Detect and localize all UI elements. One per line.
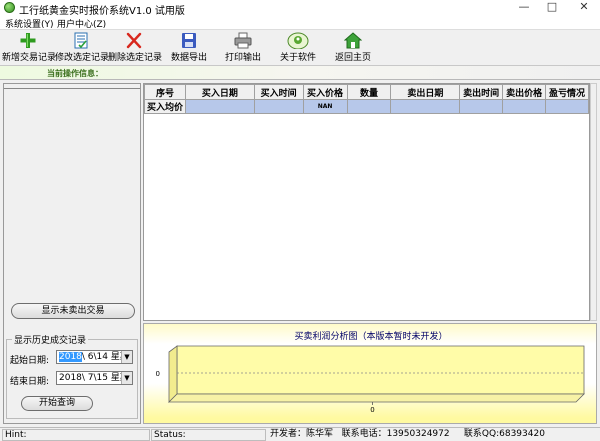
col-header-buy-date[interactable]: 买入日期 [184,84,255,100]
developer-info: 开发者：陈华军 联系电话：13950324972 联系QQ:68393420 [268,429,598,441]
col-header-index[interactable]: 序号 [144,84,186,100]
export-data-label: 数据导出 [170,53,207,63]
chevron-down-icon[interactable]: ▼ [121,351,132,363]
status-field: Status: [151,429,266,441]
window-title: 工行纸黄金实时报价系统V1.0 试用版 [19,6,185,17]
operation-info-label: 当前操作信息： [47,69,103,78]
about-label: 关于软件 [279,53,316,63]
app-logo-icon [4,2,15,13]
end-date-label: 结束日期: [10,377,50,387]
maximize-button[interactable]: □ [538,0,566,16]
menu-system-settings[interactable]: 系统设置(Y) [5,17,54,30]
table-row[interactable]: 买入均价 NAN [144,99,589,114]
start-date-label: 起始日期: [10,356,50,366]
add-record-label: 新增交易记录 [2,53,57,63]
chart-floor [168,393,585,403]
history-groupbox: 显示历史成交记录 起始日期: 2018\ 6\14 星期 ▼ 结束日期: 201… [6,333,138,419]
menu-bar: 系统设置(Y) 用户中心(Z) [0,16,600,30]
start-date-year: 2018 [59,352,82,362]
history-group-title: 显示历史成交记录 [12,333,89,346]
operation-info-bar: 当前操作信息： [0,66,600,80]
profit-chart-panel: 买卖利润分析图（本版本暂时未开发） 00 [143,323,597,424]
developer-qq: 联系QQ:68393420 [463,429,545,439]
add-record-button[interactable]: 新增交易记录 [2,32,57,65]
title-bar: 工行纸黄金实时报价系统V1.0 试用版 — □ ✕ [0,0,600,17]
table-cell[interactable] [545,99,589,114]
print-button[interactable]: 打印输出 [222,32,264,65]
chart-y-tick-label: 0 [156,370,160,378]
hint-field: Hint: [2,429,150,441]
end-date-value: 2018\ 7\15 星期 [59,373,129,383]
show-unsold-button[interactable]: 显示未卖出交易 [11,303,135,319]
home-button[interactable]: 返回主页 [332,32,374,65]
toolbar: 新增交易记录 修改选定记录 删除选定记录 数据导出 打印输出 关于软件 返回主页 [0,30,600,66]
developer-phone: 联系电话：13950324972 [341,429,450,439]
edit-record-button[interactable]: 修改选定记录 [55,32,110,65]
delete-record-label: 删除选定记录 [108,53,163,63]
table-cell[interactable] [502,99,547,114]
avg-buy-price-cell[interactable]: NAN [302,99,348,114]
col-header-buy-price[interactable]: 买入价格 [302,84,348,100]
delete-icon [126,32,142,49]
col-header-sell-time[interactable]: 卖出时间 [459,84,504,100]
end-date-picker[interactable]: 2018\ 7\15 星期 ▼ [56,371,133,385]
table-cell[interactable] [184,99,255,114]
chart-x-tick-label: 0 [370,406,374,414]
header-row: 序号 买入日期 买入时间 买入价格 数量 卖出日期 卖出时间 卖出价格 盈亏情况 [144,84,589,100]
edit-record-label: 修改选定记录 [55,53,110,63]
avg-row-label: 买入均价 [144,99,186,114]
close-button[interactable]: ✕ [568,0,600,16]
printer-icon [234,32,252,49]
chart-back-wall [176,345,585,395]
left-panel: 显示未卖出交易 显示历史成交记录 起始日期: 2018\ 6\14 星期 ▼ 结… [3,83,141,424]
table-cell[interactable] [459,99,504,114]
delete-record-button[interactable]: 删除选定记录 [108,32,163,65]
start-date-picker[interactable]: 2018\ 6\14 星期 ▼ [56,350,133,364]
trade-records-grid[interactable]: 序号 买入日期 买入时间 买入价格 数量 卖出日期 卖出时间 卖出价格 盈亏情况… [143,83,590,321]
about-icon [287,32,309,49]
status-bar: Hint: Status: 开发者：陈华军 联系电话：13950324972 联… [0,427,600,441]
home-icon [344,32,362,49]
developer-name: 开发者：陈华军 [270,429,334,439]
chart-side-wall [168,345,178,403]
export-data-button[interactable]: 数据导出 [168,32,210,65]
save-icon [182,33,196,48]
col-header-sell-date[interactable]: 卖出日期 [390,84,461,100]
about-button[interactable]: 关于软件 [277,32,319,65]
grid-vertical-scrollbar[interactable] [590,83,597,321]
profit-chart: 00 [156,345,585,414]
menu-user-center[interactable]: 用户中心(Z) [57,17,106,30]
home-label: 返回主页 [334,53,371,63]
start-query-button[interactable]: 开始查询 [21,396,93,411]
edit-icon [74,32,88,49]
print-label: 打印输出 [224,53,261,63]
table-cell[interactable] [253,99,304,114]
chevron-down-icon[interactable]: ▼ [121,372,132,384]
col-header-quantity[interactable]: 数量 [346,84,392,100]
table-cell[interactable] [390,99,461,114]
minimize-button[interactable]: — [510,0,538,16]
trade-records-table: 序号 买入日期 买入时间 买入价格 数量 卖出日期 卖出时间 卖出价格 盈亏情况… [144,84,589,114]
col-header-profit-loss[interactable]: 盈亏情况 [545,84,589,100]
divider [4,88,140,89]
col-header-sell-price[interactable]: 卖出价格 [502,84,547,100]
col-header-buy-time[interactable]: 买入时间 [253,84,304,100]
plus-icon [20,33,36,48]
table-cell[interactable] [346,99,392,114]
